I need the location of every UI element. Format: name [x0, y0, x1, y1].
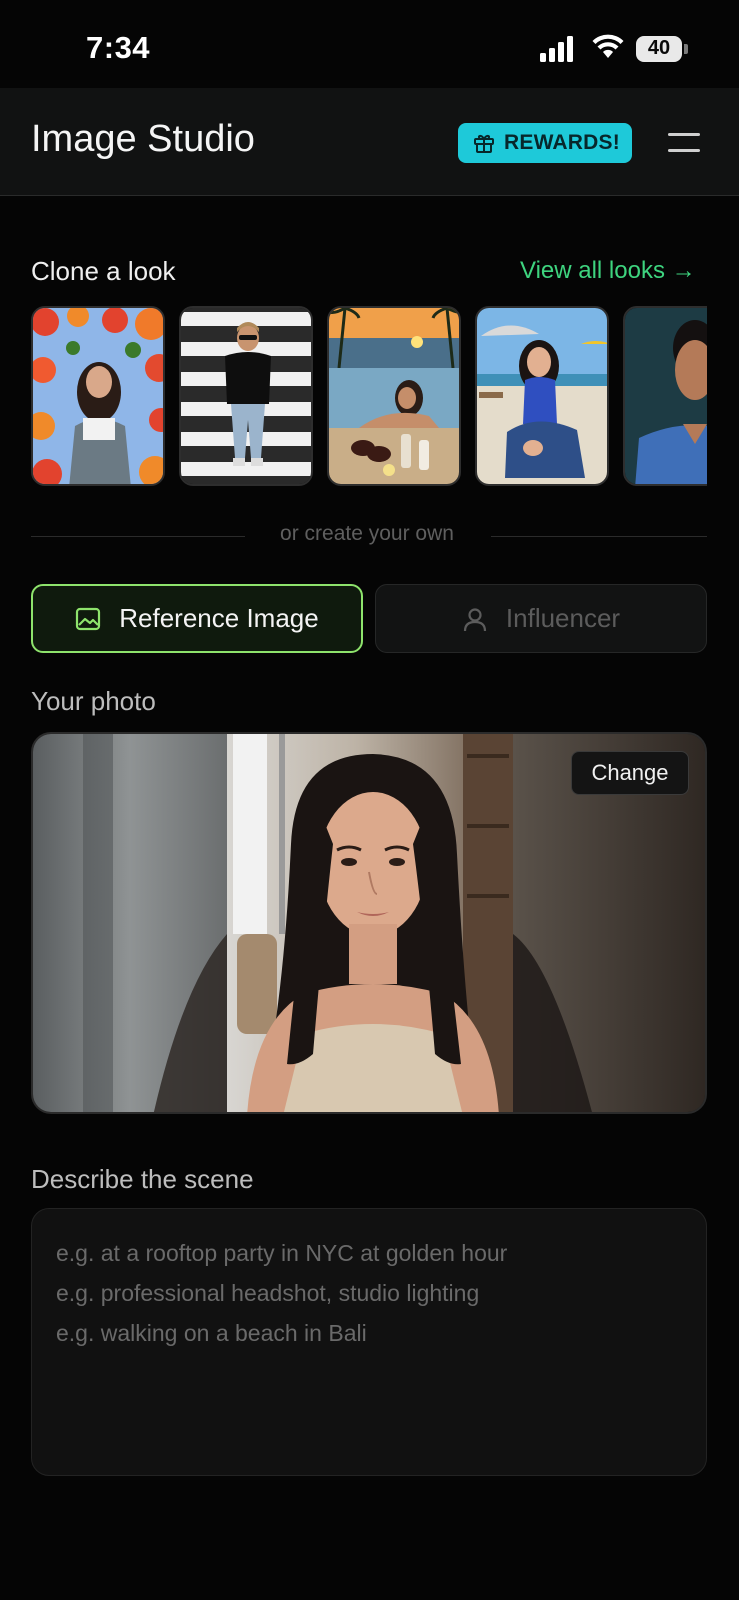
look-thumbnail-beach-sitting[interactable] — [475, 306, 609, 486]
look-thumbnail-beach-collage[interactable] — [327, 306, 461, 486]
page-title: Image Studio — [31, 118, 255, 160]
battery-level: 40 — [647, 37, 671, 59]
view-all-looks-link[interactable]: View all looks → — [520, 257, 696, 285]
reference-image-label: Reference Image — [119, 603, 319, 633]
app-header: Image Studio REWARDS! — [0, 88, 739, 196]
your-photo-label: Your photo — [31, 686, 156, 716]
app-root: 7:34 40 Image Studio REWARDS! Clone a lo… — [0, 0, 739, 1600]
look-image — [477, 308, 607, 484]
scene-description-box — [31, 1208, 707, 1476]
change-photo-button[interactable]: Change — [571, 751, 689, 795]
clone-look-heading: Clone a look — [31, 256, 176, 286]
image-icon — [76, 607, 101, 630]
wifi-icon — [592, 34, 624, 58]
cellular-signal-icon — [540, 36, 573, 62]
status-bar: 7:34 40 — [0, 0, 739, 88]
look-image — [33, 308, 163, 484]
status-time: 7:34 — [86, 30, 151, 65]
hamburger-menu-icon[interactable] — [668, 129, 702, 155]
look-thumbnail-flower-portrait[interactable] — [31, 306, 165, 486]
rewards-label: REWARDS! — [504, 131, 620, 154]
looks-carousel[interactable] — [31, 306, 707, 486]
look-thumbnail-crosswalk-man[interactable] — [179, 306, 313, 486]
look-thumbnail-blue-shirt-portrait[interactable] — [623, 306, 707, 486]
person-icon — [463, 607, 487, 631]
describe-scene-label: Describe the scene — [31, 1164, 254, 1194]
influencer-tab[interactable]: Influencer — [375, 584, 707, 653]
look-image — [625, 308, 707, 484]
reference-image-tab[interactable]: Reference Image — [31, 584, 363, 653]
divider-text: or create your own — [280, 522, 454, 545]
look-image — [329, 308, 459, 484]
gift-icon — [474, 135, 494, 153]
scene-description-input[interactable] — [56, 1233, 682, 1451]
divider-line-left — [31, 536, 245, 537]
divider-line-right — [491, 536, 707, 537]
influencer-label: Influencer — [505, 603, 621, 633]
rewards-button[interactable]: REWARDS! — [458, 123, 632, 163]
battery-icon: 40 — [636, 36, 688, 62]
look-image — [181, 308, 311, 484]
